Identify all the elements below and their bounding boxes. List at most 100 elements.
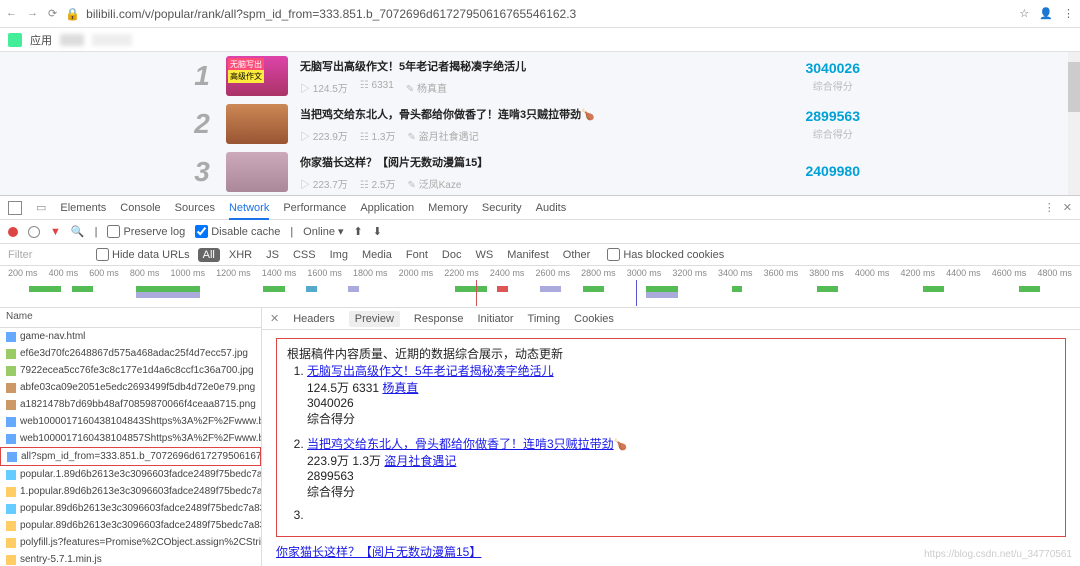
video-thumbnail[interactable] [226, 152, 288, 192]
rank-row[interactable]: 2 当把鸡交给东北人，骨头都给你做香了！连啃3只贼拉带劲🍗 ▷ 223.9万 ☷… [0, 100, 1080, 148]
request-item[interactable]: web1000017160438104857Shttps%3A%2F%2Fwww… [0, 430, 261, 447]
scrollbar[interactable] [1068, 52, 1080, 195]
detail-tab-initiator[interactable]: Initiator [477, 313, 513, 325]
profile-icon[interactable]: 👤 [1039, 7, 1053, 20]
request-item[interactable]: web1000017160438104843Shttps%3A%2F%2Fwww… [0, 413, 261, 430]
filter-type-all[interactable]: All [198, 248, 220, 262]
bookmark-blur [92, 34, 132, 46]
bookmarks-bar: 应用 [0, 28, 1080, 52]
forward-icon[interactable]: → [27, 7, 38, 20]
devtools-tab-application[interactable]: Application [360, 198, 414, 218]
filter-type-ws[interactable]: WS [470, 248, 498, 262]
filter-type-css[interactable]: CSS [288, 248, 321, 262]
preview-link[interactable]: 你家猫长这样？【阅片无数动漫篇15】 [276, 545, 481, 559]
filter-type-js[interactable]: JS [261, 248, 284, 262]
rank-row[interactable]: 1 无脑写出高级作文！5年老记者揭秘凑字绝活儿 ▷ 124.5万 ☷ 6331 … [0, 52, 1080, 100]
url-bar[interactable]: 🔒 bilibili.com/v/popular/rank/all?spm_id… [65, 7, 1011, 21]
watermark: https://blog.csdn.net/u_34770561 [924, 549, 1072, 560]
star-icon[interactable]: ☆ [1019, 7, 1029, 20]
filter-icon[interactable]: ▼ [50, 226, 61, 238]
play-icon: ▷ [300, 84, 310, 95]
upload-icon[interactable]: ⬆ [354, 225, 363, 238]
request-item[interactable]: game-nav.html [0, 328, 261, 345]
filter-type-img[interactable]: Img [325, 248, 353, 262]
filter-type-doc[interactable]: Doc [437, 248, 467, 262]
preview-author-link[interactable]: 盗月社食遇记 [384, 454, 456, 468]
filter-type-other[interactable]: Other [558, 248, 596, 262]
back-icon[interactable]: ← [6, 7, 17, 20]
video-thumbnail[interactable] [226, 104, 288, 144]
filter-input[interactable]: Filter [8, 249, 88, 261]
file-icon [6, 400, 16, 410]
preview-item [307, 508, 1055, 522]
video-title[interactable]: 你家猫长这样？【阅片无数动漫篇15】 [300, 154, 793, 170]
file-icon [6, 555, 16, 565]
filter-type-manifest[interactable]: Manifest [502, 248, 554, 262]
close-icon[interactable]: ✕ [270, 312, 279, 325]
apps-label[interactable]: 应用 [30, 32, 52, 48]
devtools-tab-audits[interactable]: Audits [536, 198, 567, 218]
detail-tab-timing[interactable]: Timing [528, 313, 561, 325]
throttle-select[interactable]: Online ▾ [303, 225, 343, 238]
preview-link[interactable]: 当把鸡交给东北人，骨头都给你做香了！连啃3只贼拉带劲 [307, 437, 614, 451]
request-item[interactable]: ef6e3d70fc2648867d575a468adac25f4d7ecc57… [0, 345, 261, 362]
devtools-tab-console[interactable]: Console [120, 198, 160, 218]
has-blocked-checkbox[interactable]: Has blocked cookies [607, 248, 724, 261]
detail-tab-preview[interactable]: Preview [349, 311, 400, 327]
search-icon[interactable]: 🔍 [71, 225, 85, 238]
request-item[interactable]: a1821478b7d69bb48af70859870066f4ceaa8715… [0, 396, 261, 413]
detail-tab-headers[interactable]: Headers [293, 313, 335, 325]
video-thumbnail[interactable] [226, 56, 288, 96]
devtools-tab-elements[interactable]: Elements [60, 198, 106, 218]
file-icon [7, 452, 17, 462]
filter-type-media[interactable]: Media [357, 248, 397, 262]
detail-tab-cookies[interactable]: Cookies [574, 313, 614, 325]
request-item[interactable]: popular.89d6b2613e3c3096603fadce2489f75b… [0, 500, 261, 517]
record-icon[interactable] [8, 227, 18, 237]
rank-score: 2899563综合得分 [805, 108, 860, 141]
rank-score: 3040026综合得分 [805, 60, 860, 93]
detail-tab-response[interactable]: Response [414, 313, 464, 325]
disable-cache-checkbox[interactable]: Disable cache [195, 225, 280, 238]
request-item[interactable]: 7922ecea5cc76fe3c8c177e1d4a6c8ccf1c36a70… [0, 362, 261, 379]
inspect-icon[interactable] [8, 201, 22, 215]
hide-data-urls-checkbox[interactable]: Hide data URLs [96, 248, 190, 261]
device-icon[interactable]: ▭ [36, 201, 46, 214]
devtools-close-icon[interactable]: ✕ [1063, 201, 1072, 214]
devtools-tab-performance[interactable]: Performance [283, 198, 346, 218]
request-item[interactable]: polyfill.js?features=Promise%2CObject.as… [0, 534, 261, 551]
rank-row[interactable]: 3 你家猫长这样？【阅片无数动漫篇15】 ▷ 223.7万 ☷ 2.5万 ✎ 泛… [0, 148, 1080, 195]
request-item[interactable]: popular.1.89d6b2613e3c3096603fadce2489f7… [0, 466, 261, 483]
preview-link[interactable]: 无脑写出高级作文！5年老记者揭秘凑字绝活儿 [307, 364, 554, 378]
apps-icon[interactable] [8, 33, 22, 47]
video-title[interactable]: 无脑写出高级作文！5年老记者揭秘凑字绝活儿 [300, 58, 793, 74]
devtools-tab-security[interactable]: Security [482, 198, 522, 218]
menu-icon[interactable]: ⋮ [1063, 7, 1074, 20]
lock-icon: 🔒 [65, 7, 80, 21]
reload-icon[interactable]: ⟳ [48, 7, 57, 20]
request-item[interactable]: popular.89d6b2613e3c3096603fadce2489f75b… [0, 517, 261, 534]
video-title[interactable]: 当把鸡交给东北人，骨头都给你做香了！连啃3只贼拉带劲🍗 [300, 106, 793, 122]
preview-author-link[interactable]: 杨真直 [382, 381, 418, 395]
danmaku-icon: ☷ [360, 132, 369, 143]
download-icon[interactable]: ⬇ [373, 225, 382, 238]
request-item[interactable]: 1.popular.89d6b2613e3c3096603fadce2489f7… [0, 483, 261, 500]
clear-icon[interactable] [28, 226, 40, 238]
devtools-tab-network[interactable]: Network [229, 198, 269, 220]
request-item[interactable]: sentry-5.7.1.min.js [0, 551, 261, 566]
video-meta: ▷ 124.5万 ☷ 6331 ✎ 杨真直 [300, 80, 793, 95]
page-content: 1 无脑写出高级作文！5年老记者揭秘凑字绝活儿 ▷ 124.5万 ☷ 6331 … [0, 52, 1080, 195]
filter-type-xhr[interactable]: XHR [224, 248, 257, 262]
network-timeline[interactable]: 200 ms400 ms600 ms800 ms1000 ms1200 ms14… [0, 266, 1080, 308]
preserve-log-checkbox[interactable]: Preserve log [107, 225, 185, 238]
devtools-settings-icon[interactable]: ⋮ [1044, 201, 1055, 214]
rank-number: 2 [190, 108, 214, 140]
devtools-tab-memory[interactable]: Memory [428, 198, 468, 218]
filter-type-font[interactable]: Font [401, 248, 433, 262]
request-item[interactable]: abfe03ca09e2051e5edc2693499f5db4d72e0e79… [0, 379, 261, 396]
request-item[interactable]: all?spm_id_from=333.851.b_7072696d617279… [0, 447, 261, 466]
devtools-tab-sources[interactable]: Sources [175, 198, 215, 218]
preview-item: 当把鸡交给东北人，骨头都给你做香了！连啃3只贼拉带劲🍗 223.9万 1.3万 … [307, 435, 1055, 500]
devtools: ▭ Elements Console Sources Network Performan… [0, 195, 1080, 566]
browser-toolbar: ← → ⟳ 🔒 bilibili.com/v/popular/rank/all?… [0, 0, 1080, 28]
